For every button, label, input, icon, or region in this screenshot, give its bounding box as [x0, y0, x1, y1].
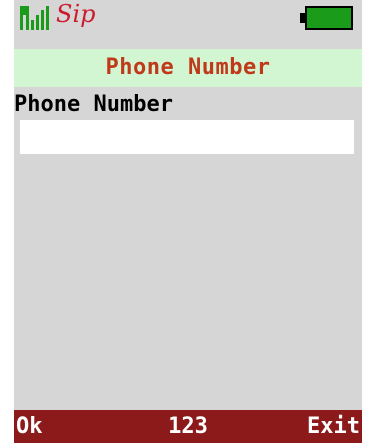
- exit-softkey[interactable]: Exit: [307, 410, 360, 443]
- phone-number-label: Phone Number: [14, 92, 173, 117]
- input-mode-softkey[interactable]: 123: [168, 414, 208, 439]
- svg-text:Sip: Sip: [56, 0, 95, 28]
- phone-number-input[interactable]: [20, 120, 354, 154]
- title-bar: Phone Number: [14, 49, 362, 87]
- page-title: Phone Number: [105, 55, 271, 80]
- ok-softkey[interactable]: Ok: [16, 410, 43, 443]
- signal-bars-icon: [20, 6, 49, 30]
- softkey-bar: Ok 123 Exit: [14, 410, 362, 443]
- phone-screen: Sip Phone Number Phone Number Ok 123 Exi…: [14, 0, 362, 443]
- sip-logo: Sip: [56, 0, 95, 28]
- battery-full-icon: [300, 6, 353, 30]
- status-bar: Sip: [14, 0, 362, 36]
